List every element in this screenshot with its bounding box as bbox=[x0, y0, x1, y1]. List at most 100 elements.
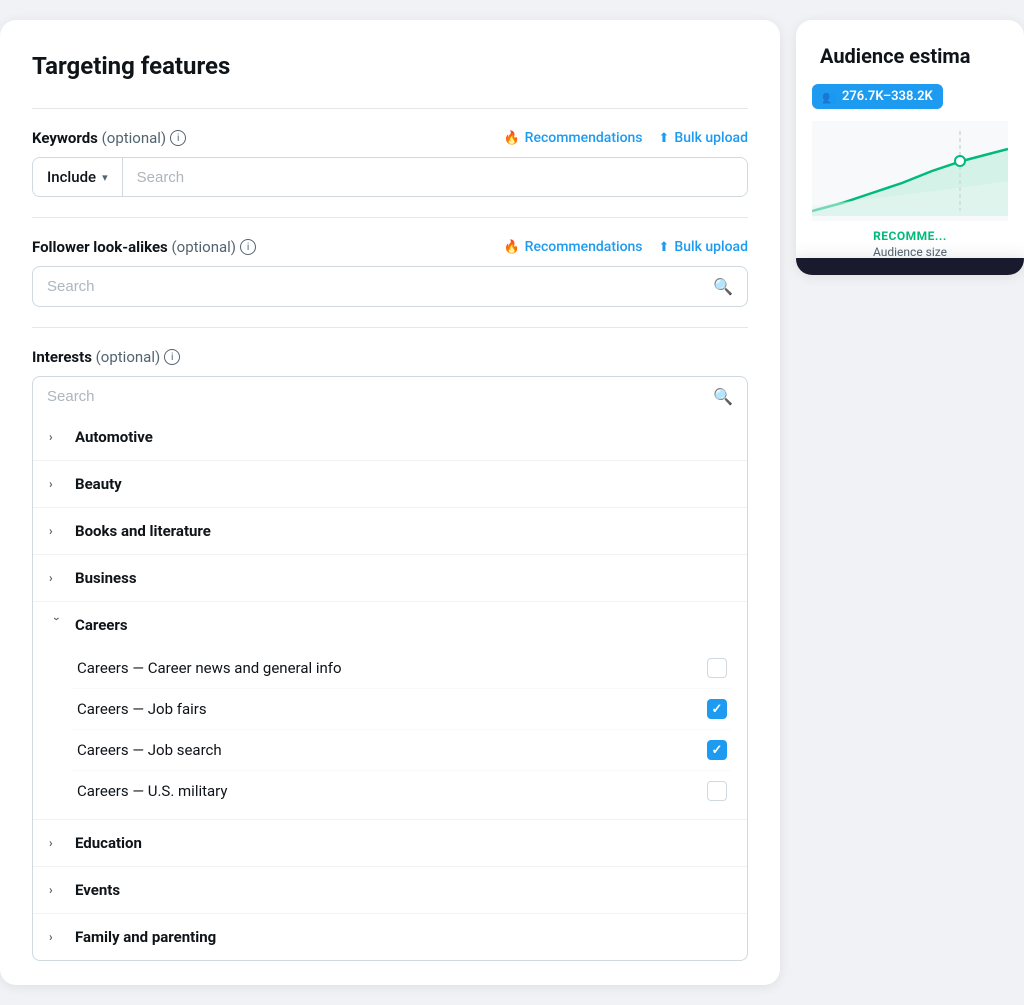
audience-panel: Audience estima 👥 276.7K–338.2K bbox=[796, 20, 1024, 275]
keywords-info-icon[interactable]: i bbox=[170, 130, 186, 146]
interests-info-icon[interactable]: i bbox=[164, 349, 180, 365]
keywords-section-header: Keywords (optional) i 🔥 Recommendations … bbox=[32, 129, 748, 147]
job-fairs-checkbox[interactable] bbox=[707, 699, 727, 719]
books-chevron-icon: › bbox=[49, 524, 65, 538]
beauty-chevron-icon: › bbox=[49, 477, 65, 491]
follower-actions: 🔥 Recommendations ⬆ Bulk upload bbox=[503, 239, 748, 255]
subitem-us-military: Careers — U.S. military bbox=[73, 771, 731, 811]
events-chevron-icon: › bbox=[49, 883, 65, 897]
keywords-label-group: Keywords (optional) i bbox=[32, 129, 186, 147]
keywords-optional: (optional) bbox=[102, 129, 167, 147]
job-search-label: Careers — Job search bbox=[77, 741, 222, 759]
audience-size-label: Audience size bbox=[812, 245, 1008, 259]
category-education-header[interactable]: › Education bbox=[33, 820, 747, 866]
upload-icon: ⬆ bbox=[659, 131, 670, 146]
tooltip-size-group: 7.8M Global audience size bbox=[804, 274, 1003, 275]
us-military-label: Careers — U.S. military bbox=[77, 782, 228, 800]
targeting-panel: Targeting features Keywords (optional) i… bbox=[0, 20, 780, 985]
follower-search-icon[interactable]: 🔍 bbox=[713, 277, 733, 296]
follower-bulk-upload-link[interactable]: ⬆ Bulk upload bbox=[659, 239, 748, 255]
tooltip-size: 7.8M bbox=[804, 274, 864, 275]
audience-tooltip: 7.8M Global audience size ⊞ Careers — Jo… bbox=[796, 258, 1024, 275]
interests-list: › Automotive › Beauty › Books and litera… bbox=[32, 414, 748, 961]
recommended-label: RECOMME... bbox=[812, 229, 1008, 243]
keywords-bulk-upload-link[interactable]: ⬆ Bulk upload bbox=[659, 130, 748, 146]
interests-optional: (optional) bbox=[96, 348, 161, 366]
category-events-header[interactable]: › Events bbox=[33, 867, 747, 913]
divider-2 bbox=[32, 217, 748, 218]
category-family: › Family and parenting bbox=[33, 914, 747, 960]
chart-area: 👥 276.7K–338.2K RECOMME... Aud bbox=[796, 84, 1024, 275]
follower-search-input[interactable] bbox=[47, 278, 713, 295]
career-news-checkbox[interactable] bbox=[707, 658, 727, 678]
automotive-chevron-icon: › bbox=[49, 430, 65, 444]
follower-label-group: Follower look-alikes (optional) i bbox=[32, 238, 256, 256]
follower-recommendations-link[interactable]: 🔥 Recommendations bbox=[503, 239, 642, 255]
business-chevron-icon: › bbox=[49, 571, 65, 585]
job-fairs-label: Careers — Job fairs bbox=[77, 700, 207, 718]
follower-search-box: 🔍 bbox=[32, 266, 748, 307]
include-chevron-icon: ▾ bbox=[102, 171, 108, 184]
events-label: Events bbox=[75, 881, 120, 899]
category-beauty: › Beauty bbox=[33, 461, 747, 508]
category-careers: › Careers Careers — Career news and gene… bbox=[33, 602, 747, 820]
page-title: Targeting features bbox=[32, 52, 748, 80]
subitem-job-search: Careers — Job search bbox=[73, 730, 731, 771]
family-label: Family and parenting bbox=[75, 928, 216, 946]
flame-icon-2: 🔥 bbox=[503, 240, 519, 255]
tooltip-top-row: 7.8M Global audience size ⊞ bbox=[804, 274, 1016, 275]
badge-text: 276.7K–338.2K bbox=[842, 89, 933, 104]
category-automotive-header[interactable]: › Automotive bbox=[33, 414, 747, 460]
keywords-search-input[interactable] bbox=[123, 158, 747, 196]
include-label: Include bbox=[47, 168, 96, 186]
category-beauty-header[interactable]: › Beauty bbox=[33, 461, 747, 507]
education-label: Education bbox=[75, 834, 142, 852]
beauty-label: Beauty bbox=[75, 475, 122, 493]
category-business-header[interactable]: › Business bbox=[33, 555, 747, 601]
interests-search-box: 🔍 bbox=[32, 376, 748, 416]
divider-1 bbox=[32, 108, 748, 109]
education-chevron-icon: › bbox=[49, 836, 65, 850]
follower-optional: (optional) bbox=[172, 238, 237, 256]
follower-info-icon[interactable]: i bbox=[240, 239, 256, 255]
business-label: Business bbox=[75, 569, 137, 587]
subitem-job-fairs: Careers — Job fairs bbox=[73, 689, 731, 730]
category-events: › Events bbox=[33, 867, 747, 914]
category-family-header[interactable]: › Family and parenting bbox=[33, 914, 747, 960]
keywords-label: Keywords (optional) bbox=[32, 129, 166, 147]
keywords-recommendations-link[interactable]: 🔥 Recommendations bbox=[503, 130, 642, 146]
audience-chart bbox=[812, 121, 1008, 221]
keywords-actions: 🔥 Recommendations ⬆ Bulk upload bbox=[503, 130, 748, 146]
interests-label: Interests (optional) bbox=[32, 348, 160, 366]
career-news-label: Careers — Career news and general info bbox=[77, 659, 342, 677]
audience-title: Audience estima bbox=[796, 20, 1024, 84]
category-education: › Education bbox=[33, 820, 747, 867]
subitem-career-news: Careers — Career news and general info bbox=[73, 648, 731, 689]
family-chevron-icon: › bbox=[49, 930, 65, 944]
users-icon: 👥 bbox=[822, 90, 837, 104]
category-books-header[interactable]: › Books and literature bbox=[33, 508, 747, 554]
follower-lookalikes-section-header: Follower look-alikes (optional) i 🔥 Reco… bbox=[32, 238, 748, 256]
include-dropdown[interactable]: Include ▾ bbox=[33, 158, 123, 196]
upload-icon-2: ⬆ bbox=[659, 240, 670, 255]
category-automotive: › Automotive bbox=[33, 414, 747, 461]
automotive-label: Automotive bbox=[75, 428, 153, 446]
interests-section-header: Interests (optional) i bbox=[32, 348, 748, 366]
careers-label: Careers bbox=[75, 616, 128, 634]
us-military-checkbox[interactable] bbox=[707, 781, 727, 801]
books-label: Books and literature bbox=[75, 522, 211, 540]
flame-icon: 🔥 bbox=[503, 131, 519, 146]
keywords-input-row: Include ▾ bbox=[32, 157, 748, 197]
audience-badge: 👥 276.7K–338.2K bbox=[812, 84, 943, 109]
interests-search-icon[interactable]: 🔍 bbox=[713, 387, 733, 406]
badge-row: 👥 276.7K–338.2K bbox=[812, 84, 1008, 117]
category-business: › Business bbox=[33, 555, 747, 602]
interests-label-group: Interests (optional) i bbox=[32, 348, 180, 366]
divider-3 bbox=[32, 327, 748, 328]
careers-chevron-icon: › bbox=[50, 617, 64, 633]
category-books: › Books and literature bbox=[33, 508, 747, 555]
job-search-checkbox[interactable] bbox=[707, 740, 727, 760]
interests-search-input[interactable] bbox=[47, 388, 713, 405]
follower-label: Follower look-alikes (optional) bbox=[32, 238, 236, 256]
category-careers-header[interactable]: › Careers bbox=[33, 602, 747, 648]
